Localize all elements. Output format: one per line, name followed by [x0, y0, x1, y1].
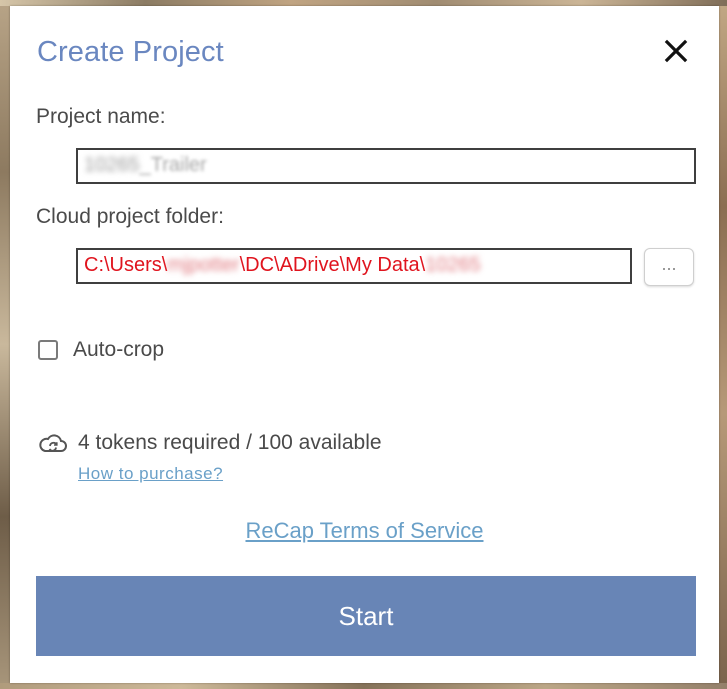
cloud-folder-label: Cloud project folder: — [36, 205, 224, 228]
project-name-input[interactable]: 10265_Trailer — [76, 148, 696, 184]
create-project-dialog: Create Project Project name: 10265_Trail… — [10, 6, 719, 683]
background-photo-bottom — [0, 683, 727, 689]
tokens-status-text: 4 tokens required / 100 available — [78, 431, 382, 454]
background-photo-right — [719, 0, 727, 689]
close-button[interactable] — [661, 36, 691, 66]
terms-of-service-link: ReCap Terms of Service — [10, 518, 719, 544]
project-name-redacted: 10265 — [84, 154, 140, 176]
folder-path-prefix: C:\Users\ — [84, 254, 168, 276]
background-photo-left — [0, 0, 10, 689]
dialog-title: Create Project — [37, 36, 224, 68]
folder-path-redacted-user: mjpotter — [167, 254, 240, 276]
project-name-label: Project name: — [36, 105, 166, 128]
project-name-value: _Trailer — [139, 154, 207, 176]
auto-crop-checkbox[interactable] — [38, 340, 58, 360]
close-icon — [664, 39, 688, 63]
folder-path-middle: \DC\ADrive\My Data\ — [239, 254, 426, 276]
browse-folder-button[interactable]: ... — [644, 248, 694, 286]
auto-crop-label[interactable]: Auto-crop — [73, 338, 164, 362]
start-button[interactable]: Start — [36, 576, 696, 656]
cloud-folder-input[interactable]: C:\Users\mjpotter\DC\ADrive\My Data\1026… — [76, 248, 632, 284]
folder-path-redacted-tail: 10265 — [425, 254, 481, 276]
cloud-sync-icon — [39, 434, 67, 452]
terms-of-service-link-text[interactable]: ReCap Terms of Service — [245, 518, 483, 543]
how-to-purchase-link[interactable]: How to purchase? — [78, 464, 223, 484]
